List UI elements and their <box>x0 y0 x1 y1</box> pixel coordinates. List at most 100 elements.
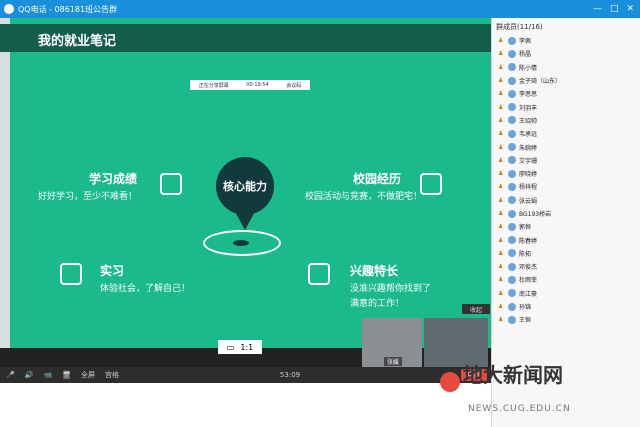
block-campus-head: 校园经历 <box>353 172 402 186</box>
member-name: 南江豪 <box>519 290 538 298</box>
member-name: 郭恒 <box>519 224 532 232</box>
mic-icon: ♟ <box>498 210 504 217</box>
member-item[interactable]: ♟ 刘羽丰 <box>492 100 640 113</box>
avatar <box>508 63 516 72</box>
member-name: 陈拓 <box>519 250 532 258</box>
mic-icon: ♟ <box>498 303 504 311</box>
mic-icon: ♟ <box>498 249 504 257</box>
mic-icon: ♟ <box>498 316 504 324</box>
mic-icon: ♟ <box>498 103 504 111</box>
member-name: 李思思 <box>519 91 538 99</box>
speaker-icon[interactable]: 🔊 <box>25 371 34 379</box>
member-name: 邓俊杰 <box>519 264 538 272</box>
member-item[interactable]: ♟ 张云娟 <box>492 194 640 207</box>
member-item[interactable]: ♟ 李思思 <box>492 87 640 100</box>
mic-icon: ♟ <box>498 156 504 164</box>
slide-side-strip <box>0 18 10 348</box>
mic-icon[interactable]: 🎤 <box>6 371 15 379</box>
fullscreen-button[interactable]: 全屏 <box>81 370 95 380</box>
qq-logo-icon <box>4 4 14 14</box>
member-item[interactable]: ♟ 李佩 <box>492 34 640 47</box>
block-hobby-head: 兴趣特长 <box>350 264 399 278</box>
member-item[interactable]: ♟ 王恒 <box>492 313 640 326</box>
avatar <box>508 289 516 298</box>
avatar <box>508 262 516 271</box>
block-intern-sub: 体验社会，了解自己！ <box>100 284 191 294</box>
mic-icon: ♟ <box>498 289 504 297</box>
member-item[interactable]: ♟ 廖晓婷 <box>492 167 640 180</box>
member-item[interactable]: ♟ 陈小倩 <box>492 61 640 74</box>
member-item[interactable]: ♟ 韦承远 <box>492 127 640 140</box>
avatar <box>508 143 516 152</box>
member-name: 杜雨菲 <box>519 277 538 285</box>
mic-icon: ♟ <box>498 236 504 244</box>
share-info-strip: 正在分享屏幕 00:19:54 会议码 <box>190 80 310 90</box>
member-item[interactable]: ♟ 郭恒 <box>492 220 640 233</box>
call-time: 53:09 <box>279 371 301 379</box>
campus-icon <box>420 173 442 195</box>
mic-icon: ♟ <box>498 90 504 98</box>
member-count: 群成员(11/16) <box>496 23 543 31</box>
mic-icon: ♟ <box>498 183 504 191</box>
video-tile-1[interactable]: 张媛 <box>362 318 422 368</box>
block-grades: 学习成绩 好好学习，至少不难看！ <box>38 170 137 202</box>
member-item[interactable]: ♟ 金子琦（山东） <box>492 74 640 87</box>
mic-icon: ♟ <box>498 143 504 151</box>
avatar <box>508 89 516 98</box>
block-hobby: 兴趣特长 没准兴趣帮你找到了 满意的工作！ <box>350 262 431 309</box>
block-campus: 校园经历 校园活动与竞赛，不做肥宅！ <box>305 170 422 202</box>
block-campus-sub: 校园活动与竞赛，不做肥宅！ <box>305 192 423 202</box>
close-button[interactable]: ✕ <box>626 4 634 14</box>
block-hobby-sub1: 没准兴趣帮你找到了 <box>350 284 432 294</box>
avatar <box>508 103 516 112</box>
ratio-button[interactable]: ▭ 1:1 <box>218 340 262 354</box>
member-item[interactable]: ♟ 王绍帅 <box>492 114 640 127</box>
avatar <box>508 36 516 45</box>
screen-share-icon[interactable]: 🖥 <box>62 371 71 379</box>
mic-icon: ♟ <box>498 116 504 124</box>
member-name: 孙锦 <box>519 304 532 312</box>
member-name: 刘羽丰 <box>519 104 538 112</box>
mic-icon: ♟ <box>498 77 504 85</box>
collapse-button[interactable]: 收起 <box>462 304 490 314</box>
minimize-button[interactable]: — <box>593 4 602 14</box>
member-item[interactable]: ♟ 孙锦 <box>492 300 640 313</box>
block-grades-sub: 好好学习，至少不难看！ <box>38 192 138 202</box>
member-item[interactable]: ♟ 艾宇珊 <box>492 154 640 167</box>
avatar <box>508 116 516 125</box>
window-titlebar: QQ电话 - 086181班公告群 — □ ✕ <box>0 0 640 18</box>
mic-icon: ♟ <box>498 130 504 138</box>
mic-icon: ♟ <box>498 223 504 231</box>
block-grades-head: 学习成绩 <box>89 172 138 186</box>
member-item[interactable]: ♟ 陈春婷 <box>492 233 640 246</box>
avatar <box>508 236 516 245</box>
camera-icon[interactable]: 📹 <box>43 371 52 379</box>
share-status: 正在分享屏幕 <box>198 82 229 89</box>
avatar <box>508 209 516 218</box>
meeting-code: 会议码 <box>286 82 302 89</box>
member-item[interactable]: ♟ BG193桥岩 <box>492 207 640 220</box>
watermark-main: 地大新闻网 <box>463 363 563 387</box>
member-item[interactable]: ♟ 邓俊杰 <box>492 260 640 273</box>
avatar <box>508 315 516 324</box>
member-name: 王恒 <box>519 317 532 325</box>
member-item[interactable]: ♟ 杜雨菲 <box>492 273 640 286</box>
member-item[interactable]: ♟ 杨晶 <box>492 47 640 60</box>
mic-icon: ♟ <box>498 50 504 58</box>
mic-icon: ♟ <box>498 170 504 178</box>
watermark-sub: NEWS.CUG.EDU.CN <box>468 404 571 414</box>
member-name: 艾宇珊 <box>519 157 538 165</box>
avatar <box>508 49 516 58</box>
member-item[interactable]: ♟ 陈拓 <box>492 247 640 260</box>
window-title: QQ电话 - 086181班公告群 <box>18 4 118 14</box>
grid-button[interactable]: 宫格 <box>105 370 119 380</box>
pin-shadow <box>233 240 249 246</box>
member-name: BG193桥岩 <box>519 211 552 218</box>
member-item[interactable]: ♟ 杨祥程 <box>492 180 640 193</box>
member-item[interactable]: ♟ 南江豪 <box>492 287 640 300</box>
grades-icon <box>160 173 182 195</box>
maximize-button[interactable]: □ <box>610 4 619 14</box>
video-tile-2[interactable] <box>424 318 488 368</box>
avatar <box>508 275 516 284</box>
member-item[interactable]: ♟ 朱婉婷 <box>492 140 640 153</box>
